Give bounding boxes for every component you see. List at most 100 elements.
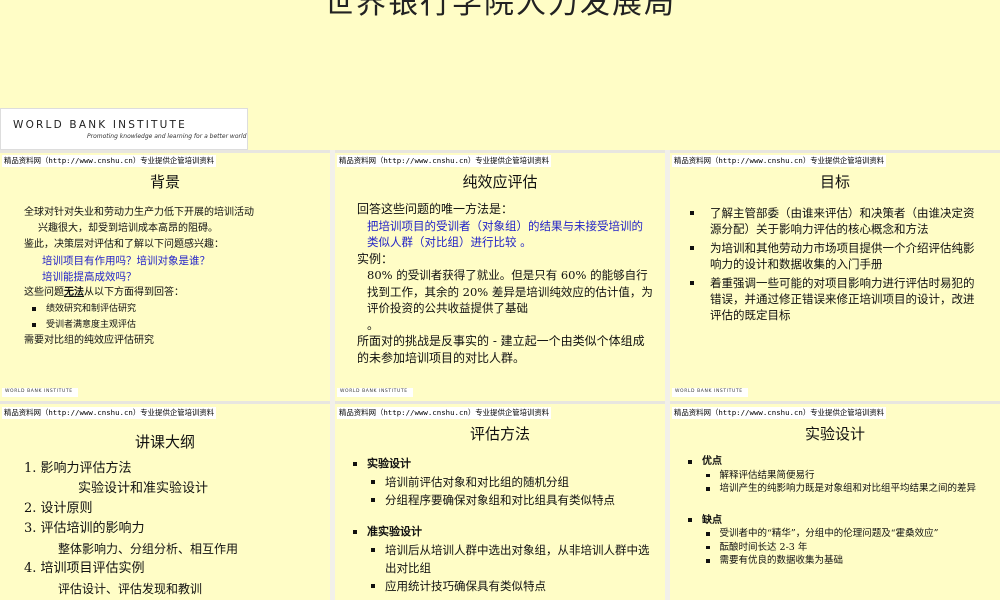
text-line: 需要对比组的纯效应评估研究 <box>24 335 154 346</box>
bullet-text: 培训前评估对象和对比组的随机分组 <box>385 475 569 489</box>
emphasis-text: 无法 <box>64 287 84 298</box>
bullet-item: 受训者满意度主观评估 <box>24 317 314 333</box>
bullet-icon <box>371 584 375 588</box>
logo-name: WORLD BANK INSTITUTE <box>13 119 187 131</box>
slide-title: 目标 <box>819 173 850 191</box>
text-line: 实例： <box>357 251 394 266</box>
bullet-item: 培训产生的纯影响力既是对象组和对比组平均结果之间的差异 <box>688 482 988 496</box>
divider-middle <box>0 401 1000 404</box>
bullet-icon <box>706 532 710 536</box>
bullet-icon <box>706 559 710 563</box>
bullet-icon <box>353 462 357 466</box>
bullet-icon <box>706 473 710 477</box>
mini-logo: WORLD BANK INSTITUTE <box>672 388 748 397</box>
slide-title: 背景 <box>149 173 180 191</box>
bullet-text: 为培训和其他劳动力市场项目提供一个介绍评估纯影响力的设计和数据收集的入门手册 <box>710 241 975 271</box>
source-stamp: 精品资料网（http://www.cnshu.cn）专业提供企管培训资料 <box>672 407 887 419</box>
text-fragment: 从以下方面得到回答： <box>84 287 184 298</box>
heading-text: 优点 <box>702 456 722 467</box>
text-line: 80% 的受训者获得了就业。但是只有 60% 的能够自行找到工作，其余的 20%… <box>367 268 653 315</box>
bullet-item: 需要有优良的数据收集为基础 <box>688 554 988 568</box>
text-line: 鉴此，决策层对评估和了解以下问题感兴趣： <box>24 239 224 250</box>
bullet-icon <box>32 322 36 327</box>
slide-body: 回答这些问题的唯一方法是： 把培训项目的受训者（对象组）的结果与未接受培训的类似… <box>357 201 653 366</box>
bullet-text: 应用统计技巧确保具有类似特点 <box>385 579 546 593</box>
heading-text: 准实验设计 <box>367 525 422 538</box>
bullet-item: 了解主管部委（由谁来评估）和决策者（由谁决定资源分配）关于影响力评估的核心概念和… <box>690 205 980 237</box>
bullet-item: 受训者中的“精华”，分组中的伦理问题及“霍桑效应” <box>688 527 988 541</box>
bullet-text: 需要有优良的数据收集为基础 <box>719 555 844 566</box>
slide-background[interactable]: 精品资料网（http://www.cnshu.cn）专业提供企管培训资料 讲课大… <box>0 405 330 600</box>
bullet-text: 绩效研究和制评估研究 <box>46 304 137 314</box>
source-stamp: 精品资料网（http://www.cnshu.cn）专业提供企管培训资料 <box>2 407 217 419</box>
slide-body: 优点 解释评估结果简便易行 培训产生的纯影响力既是对象组和对比组平均结果之间的差… <box>688 455 988 568</box>
mini-logo-text: WORLD BANK INSTITUTE <box>5 389 73 394</box>
slide-body: 实验设计 培训前评估对象和对比组的随机分组 分组程序要确保对象组和对比组具有类似… <box>353 455 653 595</box>
bullet-text: 受训者满意度主观评估 <box>46 320 137 330</box>
slide-title: 实验设计 <box>804 425 865 443</box>
slide-title: 讲课大纲 <box>134 433 195 451</box>
highlight-line: 把培训项目的受训者（对象组）的结果与未接受培训的类似人群（对比组）进行比较 。 <box>367 218 643 250</box>
section-heading: 实验设计 <box>353 455 653 473</box>
outline-item: 4. 培训项目评估实例 <box>24 561 145 576</box>
slide-background[interactable]: 精品资料网（http://www.cnshu.cn）专业提供企管培训资料 纯效应… <box>335 153 665 401</box>
section-heading: 优点 <box>688 455 988 469</box>
bullet-item: 着重强调一些可能的对项目影响力进行评估时易犯的错误，并通过修正错误来修正培训项目… <box>690 275 980 323</box>
question-line: 培训能提高成效吗？ <box>42 271 137 283</box>
bullet-item: 解释评估结果简便易行 <box>688 469 988 483</box>
bullet-item: 应用统计技巧确保具有类似特点 <box>353 577 653 595</box>
slide-background[interactable]: 精品资料网（http://www.cnshu.cn）专业提供企管培训资料 评估方… <box>335 405 665 600</box>
logo-tagline: Promoting knowledge and learning for a b… <box>87 133 247 140</box>
page-title: 世界银行学院人力发展局 <box>324 0 676 21</box>
bullet-text: 培训产生的纯影响力既是对象组和对比组平均结果之间的差异 <box>719 483 977 494</box>
mini-logo-text: WORLD BANK INSTITUTE <box>340 389 408 394</box>
outline-subitem: 实验设计和准实验设计 <box>78 481 209 496</box>
bullet-text: 了解主管部委（由谁来评估）和决策者（由谁决定资源分配）关于影响力评估的核心概念和… <box>710 206 975 236</box>
bullet-text: 酝酿时间长达 2-3 年 <box>719 541 808 553</box>
outline-item: 1. 影响力评估方法 <box>24 461 132 476</box>
bullet-icon <box>353 530 357 534</box>
bullet-icon <box>32 306 36 311</box>
bullet-item: 分组程序要确保对象组和对比组具有类似特点 <box>353 491 653 509</box>
bullet-item: 绩效研究和制评估研究 <box>24 301 314 317</box>
bullet-text: 受训者中的“精华”，分组中的伦理问题及“霍桑效应” <box>719 528 939 539</box>
bullet-icon <box>371 548 375 552</box>
bullet-item: 酝酿时间长达 2-3 年 <box>688 541 988 555</box>
text-line: 。 <box>367 317 380 332</box>
outline-item: 2. 设计原则 <box>24 501 93 516</box>
mini-logo: WORLD BANK INSTITUTE <box>337 388 413 397</box>
outline-subitem: 整体影响力、分组分析、相互作用 <box>58 542 239 556</box>
text-line: 这些问题无法从以下方面得到回答： <box>24 285 314 301</box>
bullet-text: 培训后从培训人群中选出对象组，从非培训人群中选出对比组 <box>385 543 650 575</box>
section-heading: 缺点 <box>688 514 988 528</box>
bullet-text: 分组程序要确保对象组和对比组具有类似特点 <box>385 493 615 507</box>
slide-background[interactable]: 精品资料网（http://www.cnshu.cn）专业提供企管培训资料 目标 … <box>670 153 1000 401</box>
bullet-icon <box>688 459 692 464</box>
bullet-icon <box>690 246 694 250</box>
bullet-icon <box>706 545 710 549</box>
world-bank-institute-logo: WORLD BANK INSTITUTE Promoting knowledge… <box>0 108 248 150</box>
bullet-text: 解释评估结果简便易行 <box>719 469 815 481</box>
bullet-icon <box>690 281 694 285</box>
text-line: 所面对的挑战是反事实的 - 建立起一个由类似个体组成的未参加培训项目的对比人群。 <box>357 334 645 365</box>
slide-title: 评估方法 <box>469 425 530 443</box>
text-line: 回答这些问题的唯一方法是： <box>357 202 514 216</box>
bullet-item: 培训后从培训人群中选出对象组，从非培训人群中选出对比组 <box>353 541 653 577</box>
slide-background[interactable]: 精品资料网（http://www.cnshu.cn）专业提供企管培训资料 实验设… <box>670 405 1000 600</box>
outline-subitem: 评估设计、评估发现和教训 <box>58 582 203 596</box>
text-fragment: 这些问题 <box>24 287 64 298</box>
mini-logo-text: WORLD BANK INSTITUTE <box>675 389 743 394</box>
bullet-item: 为培训和其他劳动力市场项目提供一个介绍评估纯影响力的设计和数据收集的入门手册 <box>690 240 980 272</box>
section-heading: 准实验设计 <box>353 523 653 541</box>
heading-text: 缺点 <box>702 514 722 526</box>
heading-text: 实验设计 <box>367 457 411 470</box>
bullet-icon <box>706 487 710 491</box>
bullet-item: 培训前评估对象和对比组的随机分组 <box>353 473 653 491</box>
slide-body: 了解主管部委（由谁来评估）和决策者（由谁决定资源分配）关于影响力评估的核心概念和… <box>690 205 980 326</box>
slide-body: 全球对针对失业和劳动力生产力低下开展的培训活动 兴趣很大，却受到培训成本高昂的阻… <box>24 205 314 349</box>
slide-background[interactable]: 精品资料网（http://www.cnshu.cn）专业提供企管培训资料 背景 … <box>0 153 330 401</box>
source-stamp: 精品资料网（http://www.cnshu.cn）专业提供企管培训资料 <box>2 155 217 167</box>
source-stamp: 精品资料网（http://www.cnshu.cn）专业提供企管培训资料 <box>672 155 887 167</box>
slide-title: 纯效应评估 <box>462 173 538 191</box>
text-line: 全球对针对失业和劳动力生产力低下开展的培训活动 <box>24 207 254 218</box>
